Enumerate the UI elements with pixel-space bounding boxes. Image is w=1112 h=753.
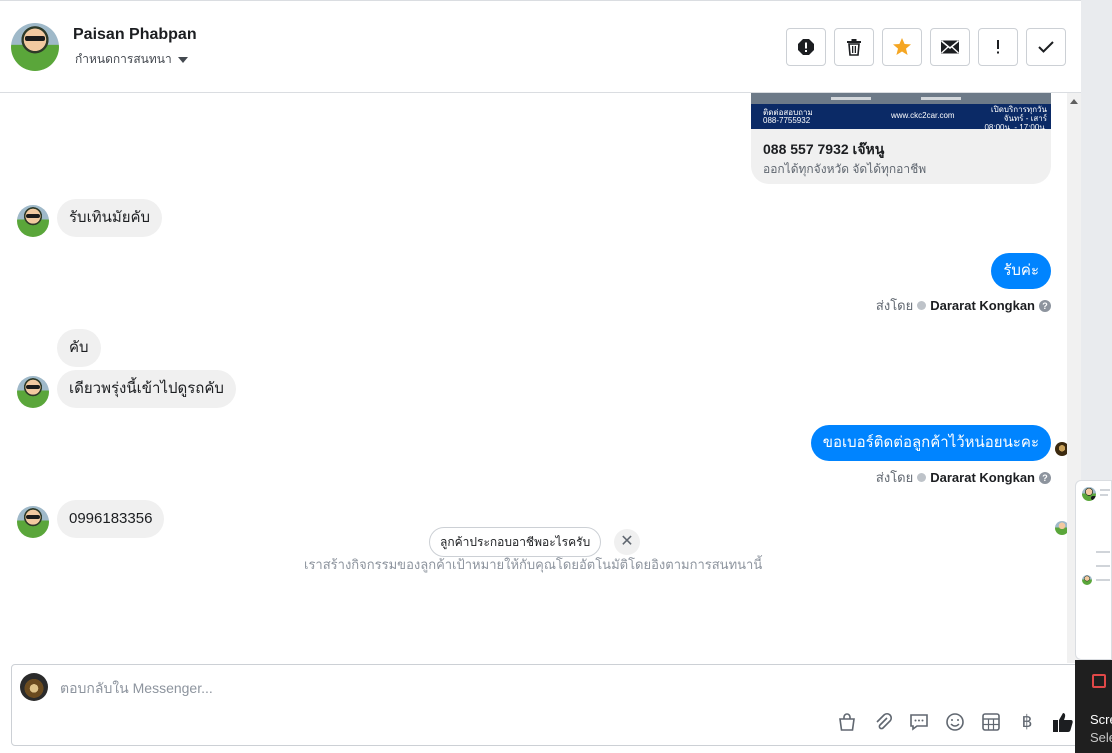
toast-subtitle: Sele — [1090, 730, 1112, 745]
snipping-tool-icon — [1092, 674, 1106, 688]
checkmark-icon — [1038, 41, 1054, 53]
ad-image-site: www.ckc2car.com — [891, 111, 955, 120]
ad-image-contact: ติดต่อสอบถาม 088-7755932 — [763, 108, 813, 125]
help-icon[interactable]: ? — [1039, 471, 1051, 484]
ad-card-title: 088 557 7932 เจ๊หนู — [763, 141, 885, 157]
message-thread[interactable]: ติดต่อสอบถาม 088-7755932 www.ckc2car.com… — [0, 93, 1081, 663]
calendar-grid-icon — [982, 713, 1000, 731]
toast-title: Scre — [1090, 712, 1112, 727]
scroll-up-arrow-icon[interactable] — [1070, 99, 1078, 104]
emoji-icon — [946, 713, 964, 731]
mark-done-button[interactable] — [1026, 28, 1066, 66]
delete-button[interactable] — [834, 28, 874, 66]
outgoing-message[interactable]: ขอเบอร์ติดต่อลูกค้าไว้หน่อยนะคะ — [810, 425, 1051, 461]
conversation-toolbar — [786, 28, 1066, 66]
assign-conversation-dropdown[interactable]: กำหนดการสนทนา — [75, 50, 188, 69]
incoming-message[interactable]: เดียวพรุ่งนี้เข้าไปดูรถคับ — [57, 370, 236, 408]
messenger-window: Paisan Phabpan กำหนดการสนทนา ติดต่อสอบถา… — [0, 0, 1081, 753]
follow-up-button[interactable] — [978, 28, 1018, 66]
outgoing-message[interactable]: รับค่ะ — [991, 253, 1051, 289]
help-icon[interactable]: ? — [1039, 299, 1051, 312]
agent-name: Dararat Kongkan — [930, 298, 1035, 313]
reply-input[interactable] — [60, 677, 760, 699]
caret-down-icon — [177, 56, 188, 63]
chat-bubble-icon — [910, 714, 928, 731]
agent-name: Dararat Kongkan — [930, 470, 1035, 485]
emoji-button[interactable] — [944, 711, 966, 733]
star-icon — [893, 38, 911, 55]
ad-card-subtitle: ออกได้ทุกจังหวัด จัดได้ทุกอาชีพ — [763, 162, 927, 176]
mark-unread-button[interactable] — [930, 28, 970, 66]
preview-avatar — [1082, 487, 1096, 501]
sent-by-prefix: ส่งโดย — [875, 470, 914, 485]
attach-button[interactable] — [872, 711, 894, 733]
assign-label: กำหนดการสนทนา — [75, 52, 172, 66]
incoming-message[interactable]: คับ — [57, 329, 101, 367]
ad-card[interactable]: ติดต่อสอบถาม 088-7755932 www.ckc2car.com… — [751, 93, 1051, 184]
mark-spam-button[interactable] — [786, 28, 826, 66]
reply-composer: ฿ — [11, 664, 1081, 746]
spam-icon — [798, 39, 814, 55]
like-button[interactable] — [1052, 711, 1074, 733]
sent-by-line: ส่งโดย Dararat Kongkan ? — [876, 295, 1051, 316]
sent-by-line: ส่งโดย Dararat Kongkan ? — [876, 467, 1051, 488]
composer-toolbar: ฿ — [836, 711, 1074, 733]
sender-avatar — [17, 205, 49, 237]
verified-icon — [917, 473, 927, 482]
sender-avatar — [17, 506, 49, 538]
trash-icon — [847, 39, 861, 56]
conversation-header: Paisan Phabpan กำหนดการสนทนา — [0, 1, 1081, 93]
contact-name[interactable]: Paisan Phabpan — [73, 26, 197, 44]
star-button[interactable] — [882, 28, 922, 66]
suggested-reply-chip[interactable]: ลูกค้าประกอบอาชีพอะไรครับ — [429, 527, 602, 557]
sender-avatar — [17, 376, 49, 408]
verified-icon — [917, 301, 927, 310]
shop-bag-button[interactable] — [836, 711, 858, 733]
appointment-button[interactable] — [980, 711, 1002, 733]
mini-preview-panel[interactable] — [1075, 480, 1112, 660]
page-avatar — [20, 673, 48, 701]
incoming-message[interactable]: 0996183356 — [57, 500, 165, 538]
paperclip-icon — [876, 712, 893, 730]
saved-replies-button[interactable] — [908, 711, 930, 733]
exclamation-icon — [997, 40, 999, 54]
payment-button[interactable]: ฿ — [1016, 711, 1038, 733]
preview-avatar — [1082, 575, 1092, 585]
shopping-bag-icon — [839, 713, 855, 731]
notification-toast[interactable]: Scre Sele — [1075, 660, 1112, 753]
suggestion-note: เราสร้างกิจกรรมของลูกค้าเป้าหมายให้กับคุ… — [304, 557, 763, 572]
contact-avatar[interactable] — [11, 23, 59, 71]
ad-image-hours: เปิดบริการทุกวัน จันทร์ - เสาร์ 08:00น. … — [984, 105, 1047, 132]
incoming-message[interactable]: รับเทินมัยคับ — [57, 199, 163, 237]
mail-icon — [941, 40, 959, 54]
thumbs-up-icon — [1053, 713, 1073, 732]
ad-card-image: ติดต่อสอบถาม 088-7755932 www.ckc2car.com… — [751, 93, 1051, 132]
sent-by-prefix: ส่งโดย — [875, 298, 914, 313]
close-icon[interactable]: ✕ — [614, 529, 640, 555]
